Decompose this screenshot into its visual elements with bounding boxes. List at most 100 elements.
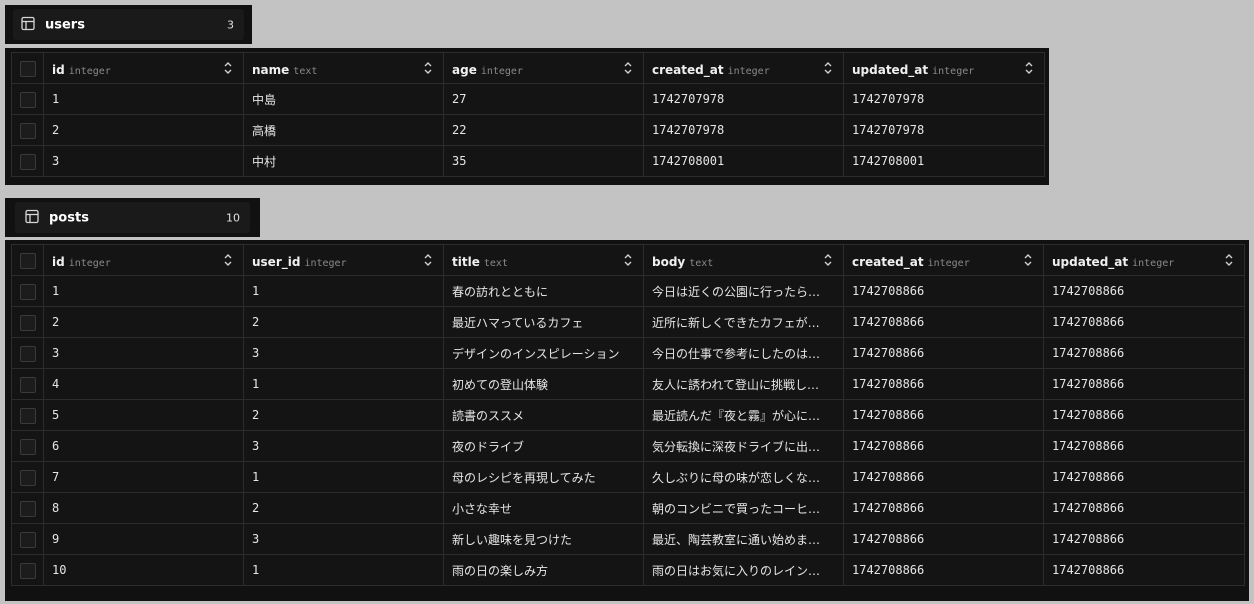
cell-body[interactable]: 近所に新しくできたカフェが…	[643, 306, 844, 338]
column-header-updated-at[interactable]: updated_at integer	[843, 52, 1045, 84]
row-select-cell[interactable]	[11, 368, 44, 400]
cell-user-id[interactable]: 1	[243, 275, 444, 307]
cell-created-at[interactable]: 1742708866	[843, 523, 1044, 555]
cell-age[interactable]: 22	[443, 114, 644, 146]
sort-icon[interactable]	[823, 61, 833, 75]
cell-updated-at[interactable]: 1742708866	[1043, 554, 1245, 586]
cell-id[interactable]: 10	[43, 554, 244, 586]
column-header-user-id[interactable]: user_id integer	[243, 244, 444, 276]
cell-created-at[interactable]: 1742708866	[843, 368, 1044, 400]
checkbox[interactable]	[19, 563, 36, 579]
checkbox[interactable]	[19, 532, 36, 548]
cell-id[interactable]: 2	[43, 306, 244, 338]
checkbox[interactable]	[19, 315, 36, 331]
cell-user-id[interactable]: 3	[243, 523, 444, 555]
table-row[interactable]: 1 中島 27 1742707978 1742707978	[11, 83, 1045, 115]
checkbox[interactable]	[19, 408, 36, 424]
cell-title[interactable]: 夜のドライブ	[443, 430, 644, 462]
cell-id[interactable]: 9	[43, 523, 244, 555]
column-header-id[interactable]: id integer	[43, 52, 244, 84]
table-row[interactable]: 3 中村 35 1742708001 1742708001	[11, 145, 1045, 177]
cell-created-at[interactable]: 1742707978	[643, 114, 844, 146]
cell-title[interactable]: 初めての登山体験	[443, 368, 644, 400]
column-header-age[interactable]: age integer	[443, 52, 644, 84]
sort-icon[interactable]	[823, 253, 833, 267]
cell-id[interactable]: 3	[43, 145, 244, 177]
cell-created-at[interactable]: 1742708866	[843, 399, 1044, 431]
cell-updated-at[interactable]: 1742708866	[1043, 337, 1245, 369]
checkbox[interactable]	[19, 123, 36, 139]
cell-body[interactable]: 気分転換に深夜ドライブに出…	[643, 430, 844, 462]
checkbox[interactable]	[19, 501, 36, 517]
cell-created-at[interactable]: 1742708866	[843, 554, 1044, 586]
cell-title[interactable]: 読書のススメ	[443, 399, 644, 431]
row-select-cell[interactable]	[11, 306, 44, 338]
sort-icon[interactable]	[423, 253, 433, 267]
checkbox[interactable]	[19, 377, 36, 393]
cell-updated-at[interactable]: 1742708866	[1043, 275, 1245, 307]
cell-user-id[interactable]: 2	[243, 492, 444, 524]
checkbox[interactable]	[19, 284, 36, 300]
cell-updated-at[interactable]: 1742708001	[843, 145, 1045, 177]
cell-updated-at[interactable]: 1742708866	[1043, 461, 1245, 493]
sort-icon[interactable]	[1024, 61, 1034, 75]
row-select-cell[interactable]	[11, 461, 44, 493]
checkbox[interactable]	[19, 61, 36, 77]
cell-user-id[interactable]: 1	[243, 554, 444, 586]
cell-body[interactable]: 久しぶりに母の味が恋しくな…	[643, 461, 844, 493]
cell-updated-at[interactable]: 1742708866	[1043, 492, 1245, 524]
sort-icon[interactable]	[1224, 253, 1234, 267]
cell-updated-at[interactable]: 1742708866	[1043, 399, 1245, 431]
row-select-cell[interactable]	[11, 523, 44, 555]
table-row[interactable]: 9 3 新しい趣味を見つけた 最近、陶芸教室に通い始めま… 1742708866…	[11, 523, 1245, 555]
table-row[interactable]: 10 1 雨の日の楽しみ方 雨の日はお気に入りのレイン… 1742708866 …	[11, 554, 1245, 586]
cell-user-id[interactable]: 2	[243, 306, 444, 338]
row-select-cell[interactable]	[11, 114, 44, 146]
cell-body[interactable]: 友人に誘われて登山に挑戦し…	[643, 368, 844, 400]
cell-updated-at[interactable]: 1742708866	[1043, 430, 1245, 462]
cell-id[interactable]: 8	[43, 492, 244, 524]
cell-user-id[interactable]: 2	[243, 399, 444, 431]
column-header-created-at[interactable]: created_at integer	[643, 52, 844, 84]
row-select-cell[interactable]	[11, 492, 44, 524]
cell-updated-at[interactable]: 1742708866	[1043, 523, 1245, 555]
cell-user-id[interactable]: 3	[243, 337, 444, 369]
cell-title[interactable]: 母のレシピを再現してみた	[443, 461, 644, 493]
posts-table-tab[interactable]: posts 10	[5, 198, 260, 237]
cell-age[interactable]: 27	[443, 83, 644, 115]
column-header-name[interactable]: name text	[243, 52, 444, 84]
cell-title[interactable]: デザインのインスピレーション	[443, 337, 644, 369]
table-row[interactable]: 3 3 デザインのインスピレーション 今日の仕事で参考にしたのは… 174270…	[11, 337, 1245, 369]
row-select-cell[interactable]	[11, 337, 44, 369]
cell-title[interactable]: 小さな幸せ	[443, 492, 644, 524]
sort-icon[interactable]	[1023, 253, 1033, 267]
table-row[interactable]: 7 1 母のレシピを再現してみた 久しぶりに母の味が恋しくな… 17427088…	[11, 461, 1245, 493]
select-all-checkbox[interactable]	[11, 52, 44, 84]
checkbox[interactable]	[19, 470, 36, 486]
checkbox[interactable]	[19, 92, 36, 108]
sort-icon[interactable]	[223, 253, 233, 267]
row-select-cell[interactable]	[11, 83, 44, 115]
table-row[interactable]: 5 2 読書のススメ 最近読んだ『夜と霧』が心に… 1742708866 174…	[11, 399, 1245, 431]
sort-icon[interactable]	[623, 253, 633, 267]
cell-title[interactable]: 最近ハマっているカフェ	[443, 306, 644, 338]
checkbox[interactable]	[19, 439, 36, 455]
cell-created-at[interactable]: 1742708866	[843, 275, 1044, 307]
cell-id[interactable]: 6	[43, 430, 244, 462]
cell-updated-at[interactable]: 1742707978	[843, 114, 1045, 146]
cell-body[interactable]: 雨の日はお気に入りのレイン…	[643, 554, 844, 586]
cell-body[interactable]: 最近、陶芸教室に通い始めま…	[643, 523, 844, 555]
row-select-cell[interactable]	[11, 399, 44, 431]
cell-created-at[interactable]: 1742708001	[643, 145, 844, 177]
column-header-created-at[interactable]: created_at integer	[843, 244, 1044, 276]
table-row[interactable]: 2 高橋 22 1742707978 1742707978	[11, 114, 1045, 146]
cell-id[interactable]: 1	[43, 83, 244, 115]
cell-created-at[interactable]: 1742707978	[643, 83, 844, 115]
cell-created-at[interactable]: 1742708866	[843, 461, 1044, 493]
table-row[interactable]: 4 1 初めての登山体験 友人に誘われて登山に挑戦し… 1742708866 1…	[11, 368, 1245, 400]
cell-body[interactable]: 今日は近くの公園に行ったら…	[643, 275, 844, 307]
users-table-tab[interactable]: users 3	[5, 5, 252, 44]
cell-title[interactable]: 新しい趣味を見つけた	[443, 523, 644, 555]
cell-id[interactable]: 7	[43, 461, 244, 493]
sort-icon[interactable]	[423, 61, 433, 75]
